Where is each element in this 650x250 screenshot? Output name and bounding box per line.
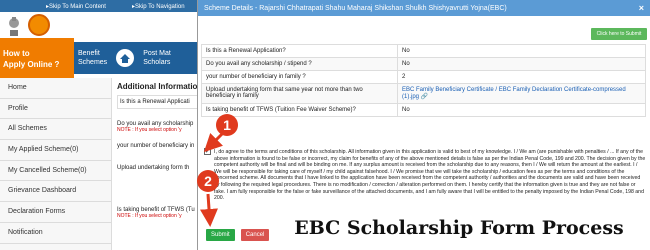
submit-button[interactable]: Submit <box>206 229 235 241</box>
sidebar-item-notification[interactable]: Notification <box>0 223 111 244</box>
table-row: Is taking benefit of TFWS (Tuition Fee W… <box>201 103 646 117</box>
renewal-question: Is this a Renewal Applicati <box>120 99 190 105</box>
answer-cell: EBC Family Beneficiary Certificate / EBC… <box>397 83 646 104</box>
main-navigation: Benefit Schemes Post Mat Scholars <box>74 42 200 74</box>
table-row: Is this a Renewal Application? No <box>201 44 646 58</box>
answer-cell: 2 <box>397 70 646 84</box>
table-row: Upload undertaking form that same year n… <box>201 83 646 104</box>
family-question: your number of beneficiary in <box>117 143 195 149</box>
click-here-to-submit-button[interactable]: Click here to Submit <box>591 28 647 40</box>
tfws-note: NOTE : If you select option 'y <box>117 213 182 219</box>
skip-to-main-link[interactable]: Skip To Main Content <box>46 3 106 10</box>
caption-title: EBC Scholarship Form Process <box>274 212 644 244</box>
details-table: Is this a Renewal Application? No Do you… <box>201 44 646 117</box>
sidebar-item-declaration[interactable]: Declaration Forms <box>0 202 111 223</box>
declaration-text: I, do agree to the terms and conditions … <box>214 149 646 202</box>
additional-information-title: Additional Informatio <box>117 82 198 91</box>
sidebar-item-all-schemes[interactable]: All Schemes <box>0 119 111 141</box>
sidebar-item-applied-schemes[interactable]: My Applied Scheme(0) <box>0 140 111 161</box>
how-to-apply-link[interactable]: How to Apply Online ? <box>0 38 74 78</box>
sidebar-item-home[interactable]: Home <box>0 78 111 99</box>
step-1-badge: 1 <box>216 114 238 136</box>
sidebar-item-grievance[interactable]: Grievance Dashboard <box>0 181 111 203</box>
question-cell: Upload undertaking form that same year n… <box>201 83 398 104</box>
nav-benefit-schemes[interactable]: Benefit Schemes <box>74 49 111 67</box>
step-2-badge: 2 <box>197 170 219 192</box>
home-icon[interactable] <box>115 48 135 68</box>
additional-information-panel: Additional Informatio Is this a Renewal … <box>112 78 200 250</box>
table-row: your number of beneficiary in family ? 2 <box>201 70 646 84</box>
modal-header: Scheme Details - Rajarshi Chhatrapati Sh… <box>198 0 650 16</box>
question-cell: your number of beneficiary in family ? <box>201 70 398 84</box>
how-to-apply-label: How to Apply Online ? <box>3 49 60 69</box>
nav-post-matric[interactable]: Post Mat Scholars <box>139 49 175 67</box>
modal-actions: Submit Cancel <box>206 229 270 241</box>
answer-cell: No <box>397 57 646 71</box>
renewal-question-row: Is this a Renewal Applicati <box>117 95 200 109</box>
answer-cell: No <box>397 44 646 58</box>
sidebar: Home Profile All Schemes My Applied Sche… <box>0 78 112 250</box>
maharashtra-logo-icon <box>28 14 50 36</box>
attachment-icon: 🔗 <box>420 94 429 100</box>
upload-question: Upload undertaking form th <box>117 165 190 171</box>
question-cell: Is this a Renewal Application? <box>201 44 398 58</box>
certificate-file-link[interactable]: EBC Family Beneficiary Certificate / EBC… <box>402 87 626 100</box>
sidebar-item-profile[interactable]: Profile <box>0 99 111 120</box>
cancel-button[interactable]: Cancel <box>240 229 270 241</box>
answer-cell: No <box>397 103 646 117</box>
question-cell: Do you avail any scholarship / stipend ? <box>201 57 398 71</box>
table-row: Do you avail any scholarship / stipend ?… <box>201 57 646 71</box>
national-emblem-icon <box>9 17 19 36</box>
close-icon[interactable]: × <box>639 3 644 13</box>
modal-title: Scheme Details - Rajarshi Chhatrapati Sh… <box>204 4 507 12</box>
skip-to-navigation-link[interactable]: Skip To Navigation <box>132 3 185 10</box>
sidebar-item-cancelled-schemes[interactable]: My Cancelled Scheme(0) <box>0 161 111 182</box>
scholarship-note: NOTE : If you select option 'y <box>117 127 182 133</box>
